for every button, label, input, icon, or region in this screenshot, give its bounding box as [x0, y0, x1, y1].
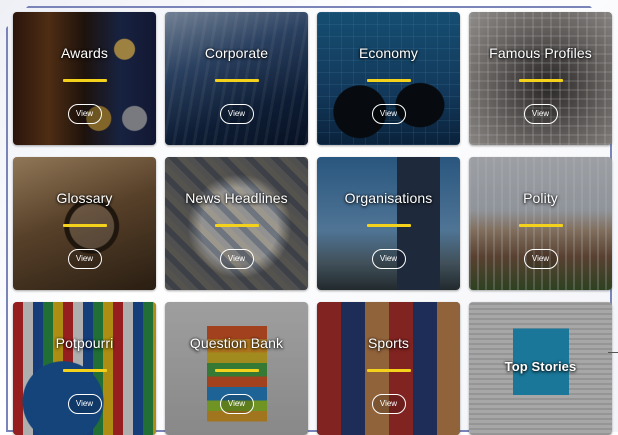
tile-potpourri[interactable]: Potpourri View	[13, 302, 156, 435]
tile-label: Famous Profiles	[489, 45, 592, 61]
view-button[interactable]: View	[371, 104, 406, 124]
accent-bar	[366, 224, 411, 227]
tile-corporate[interactable]: Corporate View	[165, 12, 308, 145]
accent-bar	[518, 224, 563, 227]
tile-famous-profiles[interactable]: Famous Profiles View	[469, 12, 612, 145]
tile-label: Awards	[60, 45, 109, 61]
accent-bar	[518, 79, 563, 82]
accent-bar	[62, 79, 107, 82]
view-button[interactable]: View	[523, 104, 558, 124]
view-button[interactable]: View	[219, 249, 254, 269]
tile-economy[interactable]: Economy View	[317, 12, 460, 145]
tile-awards[interactable]: Awards View	[13, 12, 156, 145]
view-button[interactable]: View	[371, 394, 406, 414]
accent-bar	[366, 369, 411, 372]
tile-label: Glossary	[56, 190, 113, 206]
accent-bar	[62, 224, 107, 227]
view-button[interactable]: View	[371, 249, 406, 269]
tile-label: Top Stories	[504, 359, 577, 374]
accent-bar	[214, 79, 259, 82]
view-button[interactable]: View	[67, 104, 102, 124]
tile-label: Sports	[367, 335, 410, 351]
tile-label: Question Bank	[189, 335, 284, 351]
view-button[interactable]: View	[219, 104, 254, 124]
view-button[interactable]: View	[219, 394, 254, 414]
edge-divider	[608, 352, 618, 353]
accent-bar	[214, 224, 259, 227]
accent-bar	[62, 369, 107, 372]
view-button[interactable]: View	[523, 249, 558, 269]
view-button[interactable]: View	[67, 394, 102, 414]
tile-label: Corporate	[204, 45, 269, 61]
tile-label: Polity	[523, 190, 558, 206]
view-button[interactable]: View	[67, 249, 102, 269]
tile-glossary[interactable]: Glossary View	[13, 157, 156, 290]
accent-bar	[214, 369, 259, 372]
tile-label: News Headlines	[185, 190, 288, 206]
accent-bar	[366, 79, 411, 82]
tile-news-headlines[interactable]: News Headlines View	[165, 157, 308, 290]
tile-label: Potpourri	[55, 335, 114, 351]
tile-label: Economy	[358, 45, 419, 61]
tile-sports[interactable]: Sports View	[317, 302, 460, 435]
category-grid: Awards View Corporate View Economy View …	[13, 12, 612, 435]
tile-question-bank[interactable]: Question Bank View	[165, 302, 308, 435]
tile-organisations[interactable]: Organisations View	[317, 157, 460, 290]
tile-top-stories[interactable]: Top Stories	[469, 302, 612, 435]
tile-polity[interactable]: Polity View	[469, 157, 612, 290]
tile-label: Organisations	[344, 190, 433, 206]
